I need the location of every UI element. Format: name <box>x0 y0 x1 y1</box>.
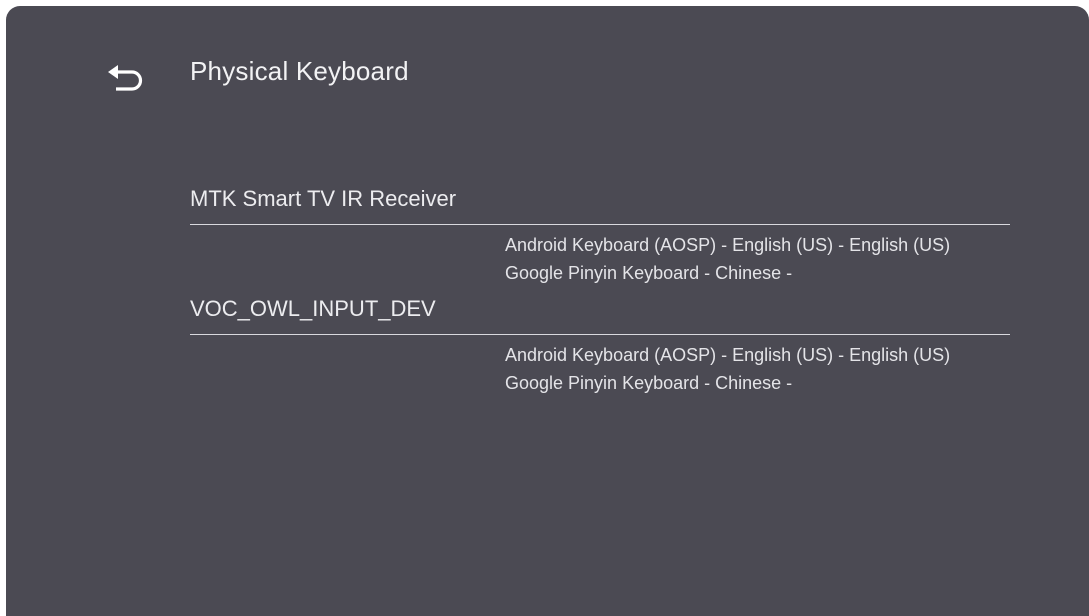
divider <box>190 334 1010 335</box>
device-item-mtk-ir-receiver[interactable]: MTK Smart TV IR Receiver Android Keyboar… <box>190 184 1010 287</box>
keyboard-layout-item: Android Keyboard (AOSP) - English (US) -… <box>505 345 951 365</box>
device-name: MTK Smart TV IR Receiver <box>190 186 457 211</box>
back-arrow-icon <box>106 61 146 95</box>
keyboard-layout-item: Android Keyboard (AOSP) - English (US) -… <box>505 235 951 255</box>
keyboard-layout-list: Android Keyboard (AOSP) - English (US) -… <box>505 231 1010 287</box>
settings-panel: Physical Keyboard MTK Smart TV IR Receiv… <box>6 6 1089 616</box>
device-name: VOC_OWL_INPUT_DEV <box>190 296 436 321</box>
back-button[interactable] <box>98 54 154 102</box>
keyboard-layout-list: Android Keyboard (AOSP) - English (US) -… <box>505 341 1010 397</box>
device-item-voc-owl-input-dev[interactable]: VOC_OWL_INPUT_DEV Android Keyboard (AOSP… <box>190 294 1010 397</box>
keyboard-layout-item: Google Pinyin Keyboard - Chinese - <box>505 263 793 283</box>
divider <box>190 224 1010 225</box>
page-title: Physical Keyboard <box>190 56 409 86</box>
keyboard-layout-item: Google Pinyin Keyboard - Chinese - <box>505 373 793 393</box>
